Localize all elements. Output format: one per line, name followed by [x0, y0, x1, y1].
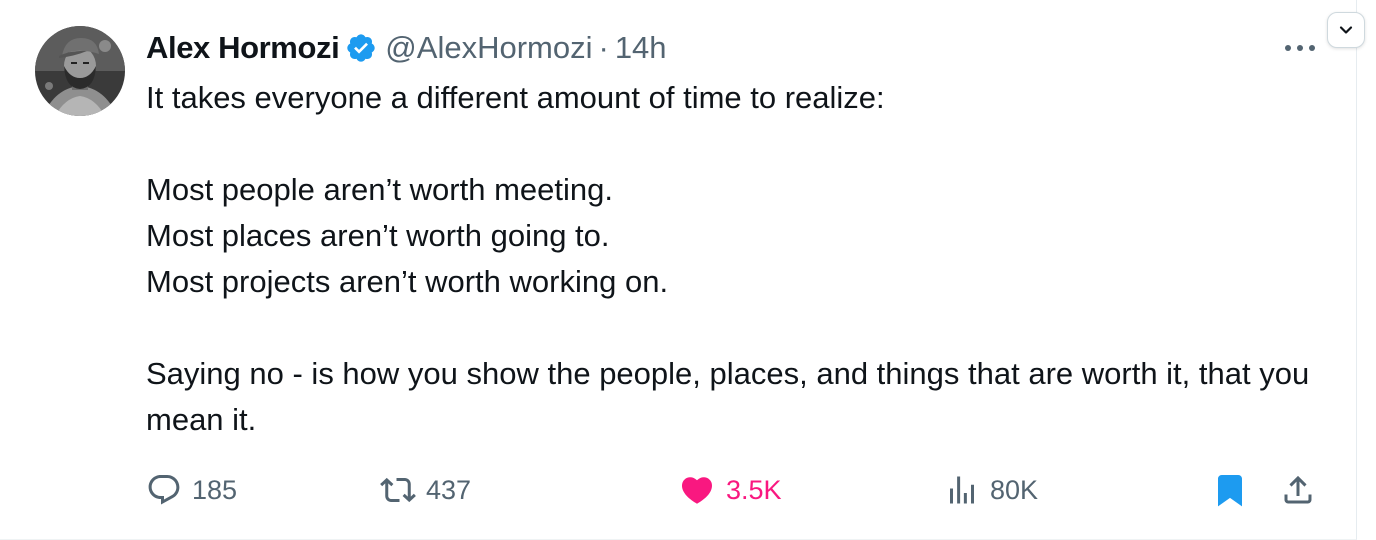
author-handle[interactable]: @AlexHormozi: [385, 30, 592, 66]
verified-badge-icon[interactable]: [345, 32, 377, 64]
reply-button[interactable]: 185: [146, 468, 237, 512]
avatar-image: [35, 26, 125, 116]
retweet-count: 437: [426, 474, 472, 505]
retweet-icon: [380, 477, 416, 503]
tweet-line: It takes everyone a different amount of …: [146, 80, 885, 115]
line-break: [146, 305, 1326, 351]
chevron-down-icon: [1339, 26, 1353, 34]
bookmark-icon: [1218, 475, 1242, 507]
views-count: 80K: [990, 474, 1039, 505]
views-chart-icon: [950, 476, 974, 504]
retweet-button[interactable]: 437: [380, 468, 471, 512]
tweet-actions: 185 437 3.5K 80K: [146, 468, 1326, 512]
author-name[interactable]: Alex Hormozi: [146, 30, 340, 66]
reply-count: 185: [192, 474, 238, 505]
separator-dot: ·: [598, 30, 609, 65]
tweet-text: It takes everyone a different amount of …: [146, 75, 1326, 443]
tweet-header: Alex Hormozi @AlexHormozi · 14h: [146, 26, 667, 70]
tweet-line: Most places aren’t worth going to.: [146, 218, 610, 253]
more-horizontal-icon: [1285, 45, 1315, 51]
tweet-card[interactable]: Alex Hormozi @AlexHormozi · 14h It takes…: [0, 0, 1357, 540]
menu-toggle-button[interactable]: [1327, 12, 1365, 48]
heart-icon: [681, 477, 713, 504]
avatar[interactable]: [35, 26, 125, 116]
share-button[interactable]: [1280, 468, 1316, 512]
like-button[interactable]: 3.5K: [678, 468, 782, 512]
timestamp[interactable]: 14h: [615, 30, 667, 66]
reply-icon: [148, 475, 180, 505]
tweet-line: Most projects aren’t worth working on.: [146, 264, 669, 299]
bookmark-button[interactable]: [1212, 468, 1248, 512]
views-button[interactable]: 80K: [944, 468, 1038, 512]
line-break: [146, 121, 1326, 167]
tweet-line: Saying no - is how you show the people, …: [146, 356, 1310, 437]
tweet-line: Most people aren’t worth meeting.: [146, 172, 613, 207]
like-count: 3.5K: [726, 474, 782, 505]
more-options-button[interactable]: [1280, 38, 1320, 58]
share-icon: [1284, 475, 1312, 504]
